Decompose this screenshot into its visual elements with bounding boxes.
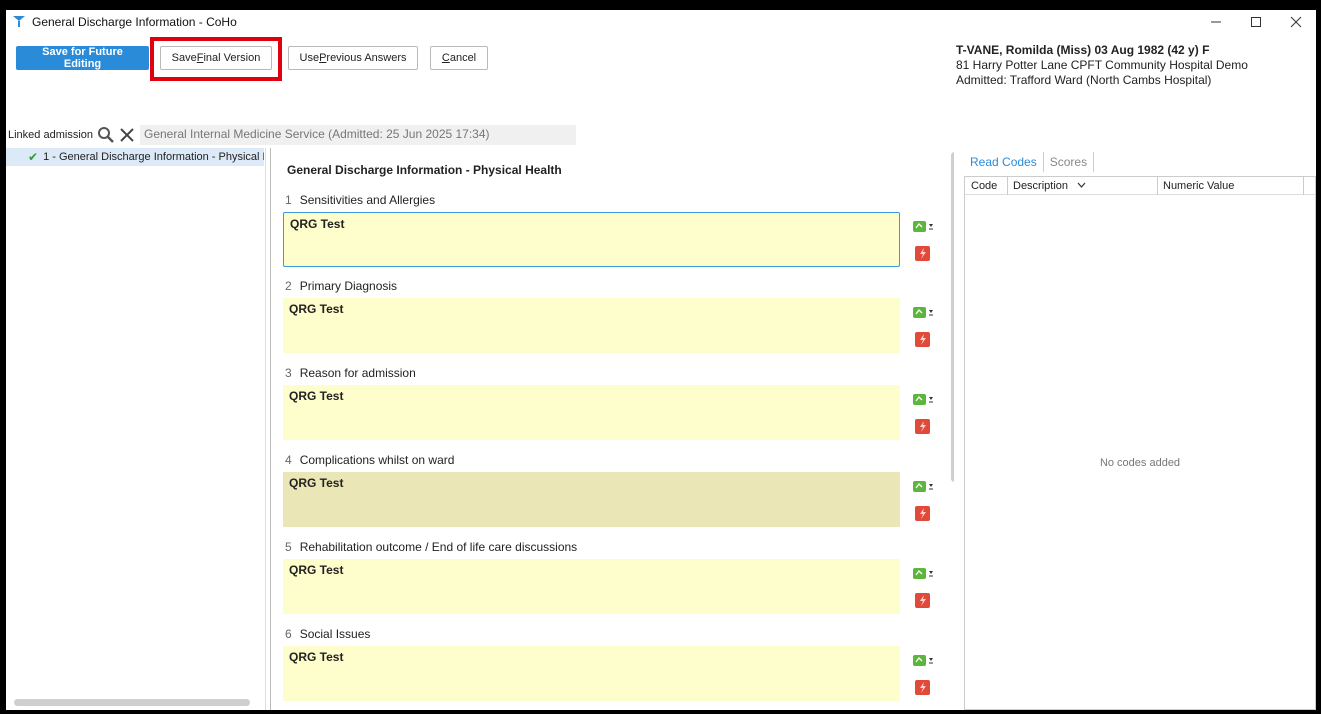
chevron-down-icon — [1077, 182, 1086, 188]
question-label: 6 Social Issues — [285, 627, 370, 641]
cancel-button[interactable]: Cancel — [430, 46, 488, 70]
question-label: 4 Complications whilst on ward — [285, 453, 454, 467]
tab-read-codes[interactable]: Read Codes — [964, 152, 1043, 172]
read-code-icon[interactable] — [912, 567, 934, 581]
linked-admission-row: Linked admission — [6, 124, 135, 146]
form-panel: General Discharge Information - Physical… — [270, 148, 954, 710]
flash-icon[interactable] — [915, 246, 930, 261]
use-previous-prefix: Use — [299, 52, 320, 64]
form-vertical-scrollbar[interactable] — [951, 152, 954, 482]
column-divider — [1303, 177, 1304, 195]
cancel-hotkey: C — [441, 52, 450, 64]
question-text: Sensitivities and Allergies — [299, 193, 436, 207]
search-icon[interactable] — [97, 126, 115, 144]
column-header-description[interactable]: Description — [1013, 180, 1068, 192]
maximize-icon[interactable] — [1236, 10, 1276, 34]
column-header-code[interactable]: Code — [971, 180, 997, 192]
patient-address: 81 Harry Potter Lane CPFT Community Hosp… — [956, 58, 1248, 72]
question-text: Complications whilst on ward — [299, 453, 455, 467]
question-label: 3 Reason for admission — [285, 366, 416, 380]
save-final-version-button[interactable]: Save Final Version — [160, 46, 272, 70]
minimize-icon[interactable] — [1196, 10, 1236, 34]
save-final-suffix: inal Version — [203, 52, 261, 64]
flash-icon[interactable] — [915, 680, 930, 695]
discharge-window: General Discharge Information - CoHo Sav… — [6, 10, 1316, 710]
linked-admission-label: Linked admission — [8, 129, 93, 141]
save-final-prefix: Save — [171, 52, 197, 64]
use-previous-hotkey: P — [319, 52, 327, 64]
question-number: 2 — [285, 279, 292, 293]
read-code-icon[interactable] — [912, 480, 934, 494]
close-icon[interactable] — [1276, 10, 1316, 34]
read-code-icon[interactable] — [912, 220, 934, 234]
question-number: 3 — [285, 366, 292, 380]
clear-icon[interactable] — [119, 127, 135, 143]
tree-horizontal-scrollbar[interactable] — [14, 699, 250, 706]
tab-scores[interactable]: Scores — [1044, 152, 1093, 172]
answer-field-rehabilitation-outcome[interactable]: QRG Test — [283, 559, 900, 614]
answer-field-sensitivities[interactable]: QRG Test — [283, 212, 900, 267]
question-text: Rehabilitation outcome / End of life car… — [299, 540, 578, 554]
answer-field-primary-diagnosis[interactable]: QRG Test — [283, 298, 900, 353]
flash-icon[interactable] — [915, 332, 930, 347]
read-code-icon[interactable] — [912, 306, 934, 320]
flash-icon[interactable] — [915, 506, 930, 521]
read-code-icon[interactable] — [912, 654, 934, 668]
read-code-icon[interactable] — [912, 393, 934, 407]
section-tree: ✔ 1 - General Discharge Information - Ph… — [6, 148, 266, 710]
tab-divider — [1093, 152, 1095, 172]
form-title: General Discharge Information - Physical… — [287, 163, 562, 177]
use-previous-suffix: revious Answers — [326, 52, 407, 64]
question-label: 2 Primary Diagnosis — [285, 279, 397, 293]
use-previous-answers-button[interactable]: Use Previous Answers — [288, 46, 418, 70]
question-label: 5 Rehabilitation outcome / End of life ca… — [285, 540, 577, 554]
linked-admission-field[interactable]: General Internal Medicine Service (Admit… — [140, 125, 576, 145]
patient-name: T-VANE, Romilda (Miss) 03 Aug 1982 (42 y… — [956, 43, 1210, 57]
question-label: 1 Sensitivities and Allergies — [285, 193, 435, 207]
app-logo-icon — [13, 16, 25, 27]
tree-item-section-1[interactable]: ✔ 1 - General Discharge Information - Ph… — [6, 148, 264, 166]
read-codes-table: Code Description Numeric Value No codes … — [964, 176, 1316, 710]
table-header: Code Description Numeric Value — [965, 177, 1315, 195]
patient-banner: T-VANE, Romilda (Miss) 03 Aug 1982 (42 y… — [956, 43, 1248, 88]
save-final-hotkey: F — [196, 52, 204, 64]
side-panel: Read Codes Scores Code Description Numer… — [964, 148, 1316, 710]
question-text: Primary Diagnosis — [299, 279, 398, 293]
column-header-numeric-value[interactable]: Numeric Value — [1163, 180, 1234, 192]
save-for-future-editing-button[interactable]: Save for Future Editing — [16, 46, 149, 70]
question-number: 5 — [285, 540, 292, 554]
answer-field-complications[interactable]: QRG Test — [283, 472, 900, 527]
title-bar: General Discharge Information - CoHo — [6, 10, 1316, 34]
empty-state-text: No codes added — [1099, 457, 1181, 469]
answer-field-reason-for-admission[interactable]: QRG Test — [283, 385, 900, 440]
question-number: 4 — [285, 453, 292, 467]
tree-item-label: 1 - General Discharge Information - Phys… — [43, 151, 264, 163]
cancel-suffix: ancel — [449, 52, 477, 64]
patient-admission: Admitted: Trafford Ward (North Cambs Hos… — [956, 73, 1212, 87]
question-number: 1 — [285, 193, 292, 207]
flash-icon[interactable] — [915, 419, 930, 434]
question-number: 6 — [285, 627, 292, 641]
question-text: Reason for admission — [299, 366, 416, 380]
column-divider — [1157, 177, 1158, 195]
side-tabs: Read Codes Scores — [964, 148, 1316, 176]
flash-icon[interactable] — [915, 593, 930, 608]
window-title: General Discharge Information - CoHo — [32, 15, 237, 29]
answer-field-social-issues[interactable]: QRG Test — [283, 646, 900, 701]
question-text: Social Issues — [299, 627, 371, 641]
check-icon: ✔ — [28, 150, 39, 164]
column-divider — [1007, 177, 1008, 195]
